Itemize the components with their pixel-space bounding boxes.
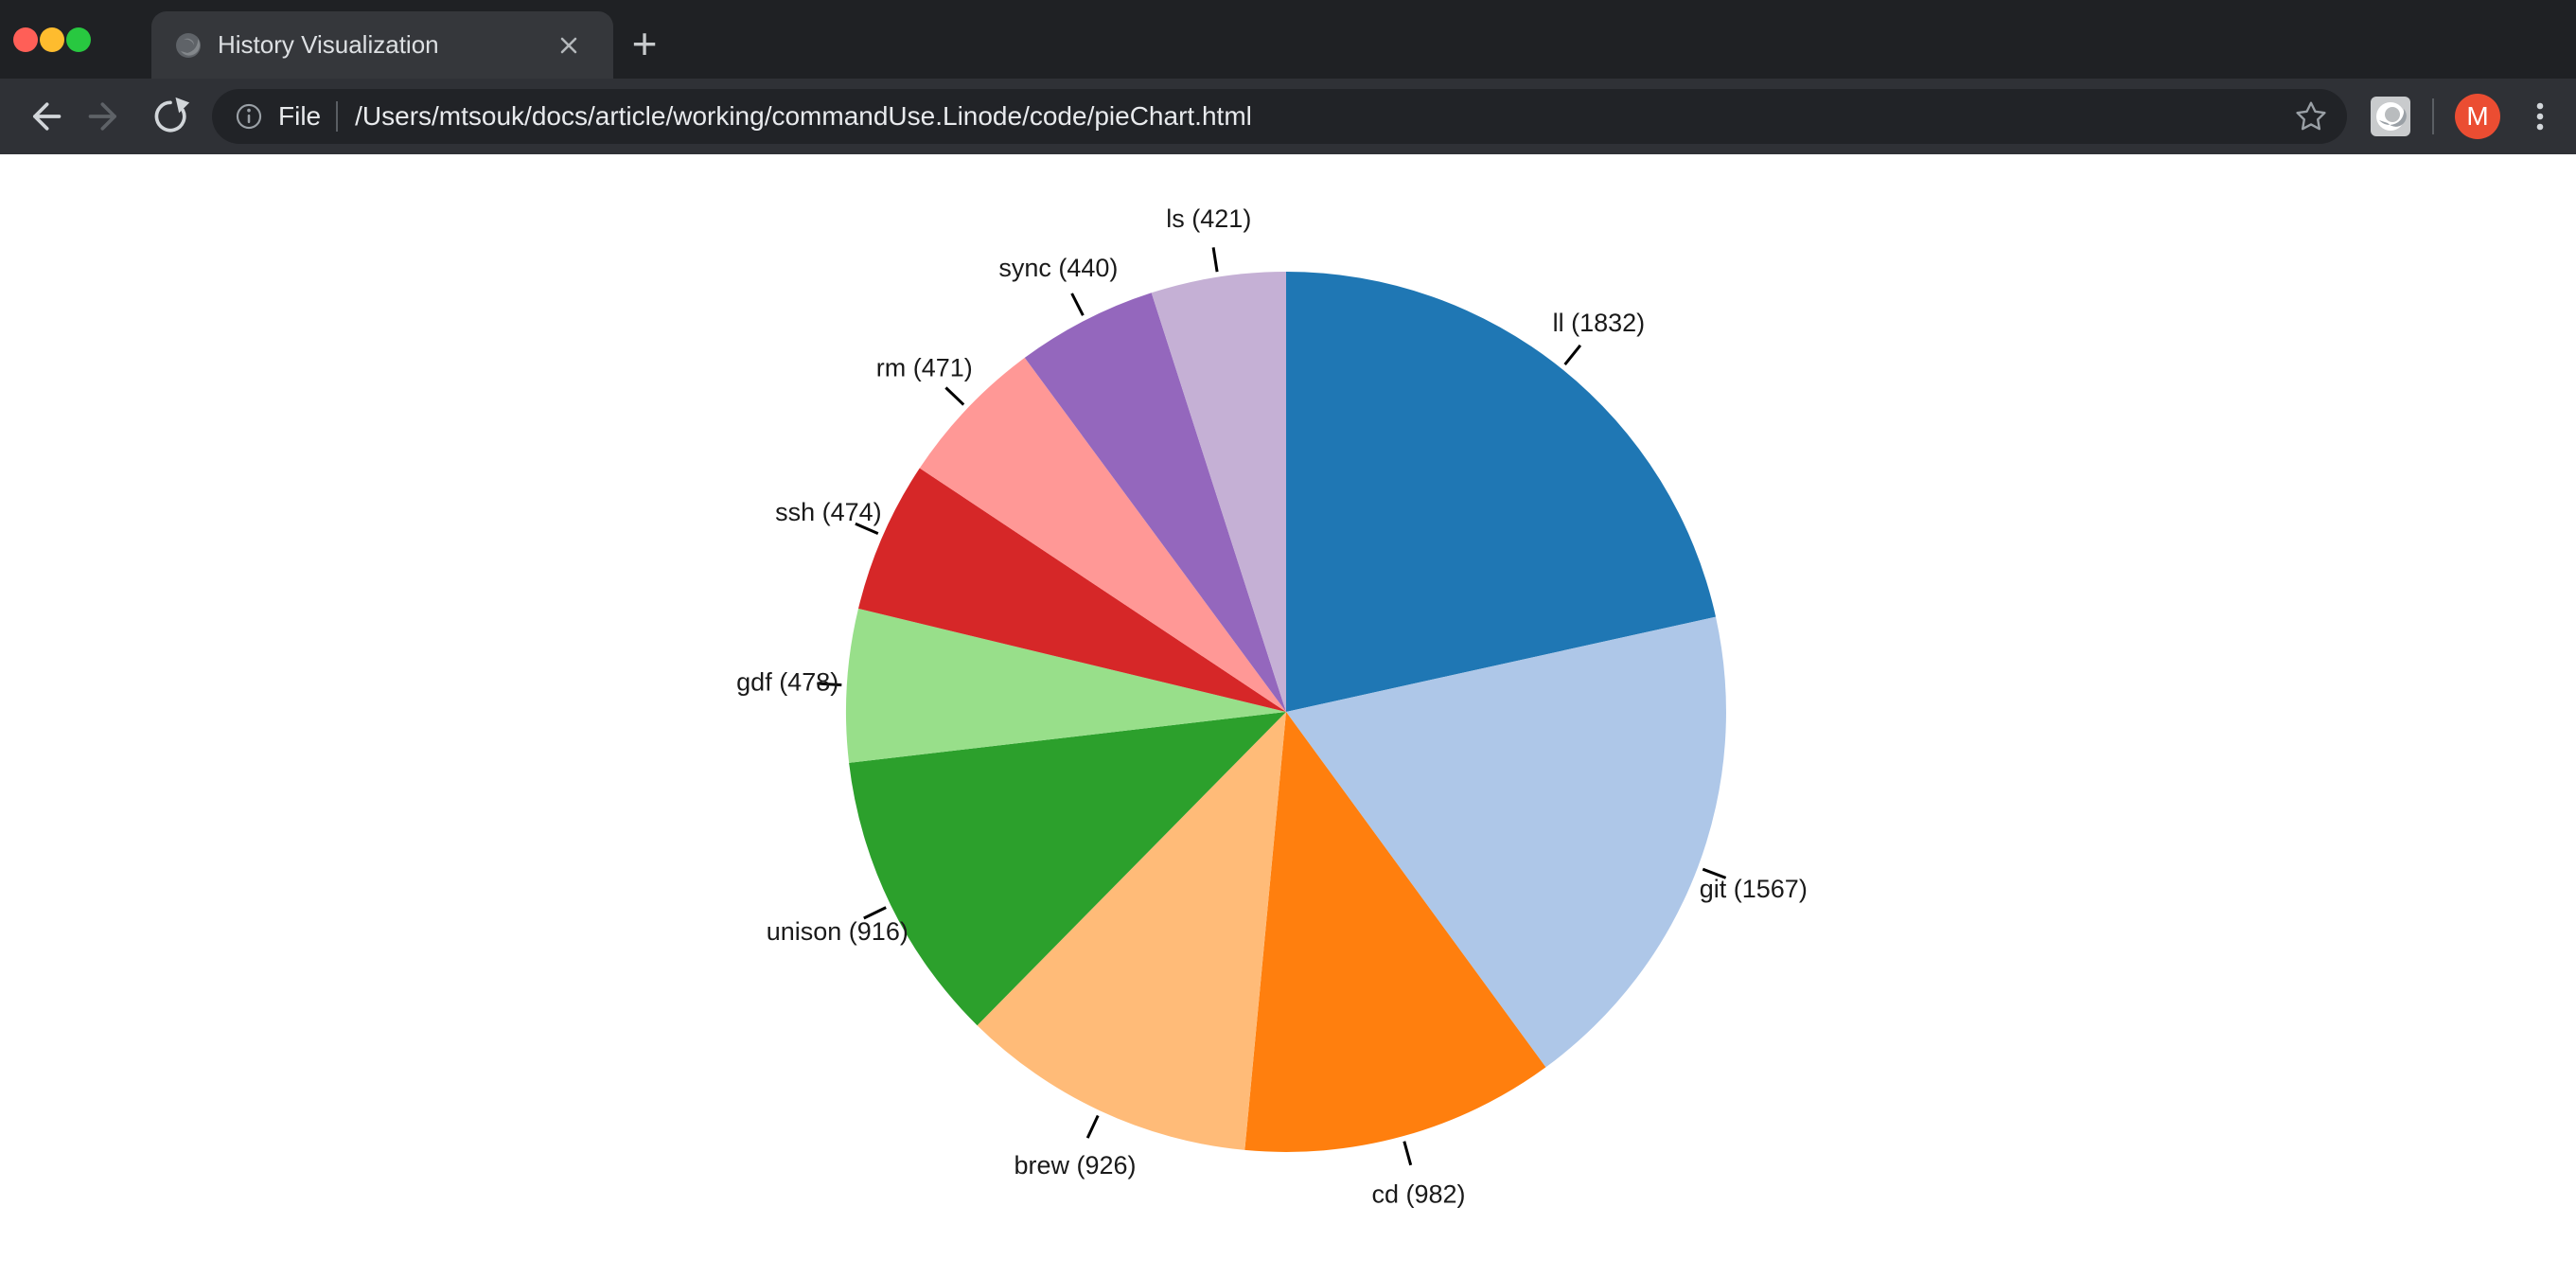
- label-tick-cd: [1404, 1142, 1411, 1165]
- back-icon: [23, 96, 64, 137]
- url-separator: [336, 101, 338, 132]
- forward-button[interactable]: [85, 96, 127, 137]
- url-path[interactable]: /Users/mtsouk/docs/article/working/comma…: [355, 101, 2292, 132]
- label-tick-ll: [1565, 346, 1580, 364]
- address-bar[interactable]: File /Users/mtsouk/docs/article/working/…: [212, 89, 2347, 144]
- globe-icon: [174, 31, 203, 60]
- slice-label-cd: cd (982): [1371, 1179, 1465, 1208]
- reload-icon: [150, 96, 191, 137]
- label-tick-rm: [945, 388, 963, 405]
- url-scheme-label: File: [278, 101, 321, 132]
- reload-button[interactable]: [150, 96, 191, 137]
- slice-label-ssh: ssh (474): [775, 498, 882, 526]
- info-icon[interactable]: [233, 100, 265, 133]
- profile-avatar[interactable]: M: [2455, 94, 2500, 139]
- star-icon: [2293, 98, 2329, 134]
- window-close-button[interactable]: [13, 27, 38, 52]
- browser-toolbar: File /Users/mtsouk/docs/article/working/…: [0, 79, 2576, 154]
- label-tick-brew: [1087, 1116, 1098, 1139]
- browser-tab[interactable]: History Visualization: [151, 11, 613, 79]
- forward-icon: [85, 96, 127, 137]
- back-button[interactable]: [23, 96, 64, 137]
- kebab-menu-icon: [2519, 96, 2561, 137]
- window-titlebar: History Visualization +: [0, 0, 2576, 79]
- window-zoom-button[interactable]: [66, 27, 91, 52]
- toolbar-separator: [2432, 98, 2434, 134]
- slice-label-sync: sync (440): [998, 254, 1118, 282]
- tab-title: History Visualization: [218, 30, 553, 60]
- slice-label-gdf: gdf (478): [736, 668, 838, 697]
- slice-label-rm: rm (471): [876, 353, 973, 381]
- tab-close-icon[interactable]: [553, 29, 585, 62]
- label-tick-ls: [1213, 247, 1217, 272]
- label-tick-sync: [1072, 293, 1084, 315]
- pie-chart: ll (1832) git (1567) cd (982) brew (926) uni…: [0, 154, 2576, 1277]
- page-content: ll (1832) git (1567) cd (982) brew (926) uni…: [0, 154, 2576, 1277]
- slice-label-ll: ll (1832): [1553, 309, 1646, 337]
- menu-button[interactable]: [2519, 96, 2561, 137]
- window-minimize-button[interactable]: [40, 27, 64, 52]
- slice-label-ls: ls (421): [1166, 204, 1251, 233]
- slice-label-brew: brew (926): [1014, 1151, 1136, 1179]
- slice-label-git: git (1567): [1700, 875, 1808, 903]
- extension-button[interactable]: [2370, 96, 2411, 137]
- bookmark-star-button[interactable]: [2292, 98, 2330, 135]
- new-tab-button[interactable]: +: [622, 21, 667, 66]
- slice-label-unison: unison (916): [767, 917, 909, 946]
